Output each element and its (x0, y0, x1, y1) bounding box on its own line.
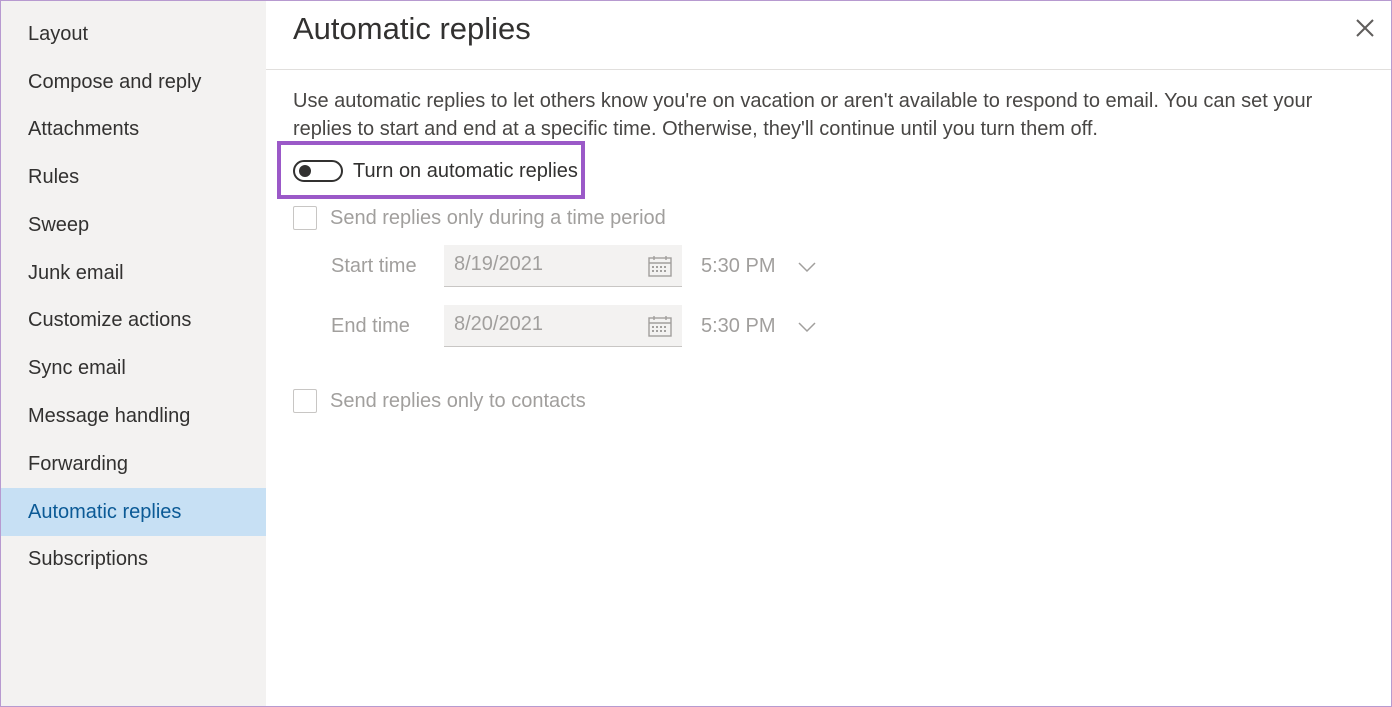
end-time-label: End time (331, 315, 410, 337)
description-text: Use automatic replies to let others know… (293, 90, 1313, 140)
sidebar-item-compose-and-reply[interactable]: Compose and reply (1, 58, 266, 106)
sidebar-item-subscriptions[interactable]: Subscriptions (1, 535, 266, 583)
start-time-value[interactable]: 5:30 PM (701, 255, 775, 278)
sidebar-item-forwarding[interactable]: Forwarding (1, 440, 266, 488)
toggle-knob (299, 165, 311, 177)
start-date-field[interactable]: 8/19/2021 (444, 245, 682, 287)
sidebar-item-rules[interactable]: Rules (1, 153, 266, 201)
close-icon (1356, 19, 1374, 37)
time-period-checkbox[interactable] (293, 206, 317, 230)
automatic-replies-toggle[interactable] (293, 160, 343, 182)
contacts-only-label: Send replies only to contacts (330, 389, 586, 412)
close-button[interactable] (1351, 14, 1379, 42)
settings-sidebar: Layout Compose and reply Attachments Rul… (1, 1, 266, 706)
chevron-down-icon[interactable] (798, 261, 816, 273)
sidebar-item-customize-actions[interactable]: Customize actions (1, 296, 266, 344)
calendar-icon[interactable] (648, 315, 672, 337)
sidebar-item-attachments[interactable]: Attachments (1, 105, 266, 153)
start-date-value: 8/19/2021 (454, 253, 543, 275)
sidebar-item-automatic-replies[interactable]: Automatic replies (1, 488, 266, 536)
toggle-label: Turn on automatic replies (353, 159, 578, 182)
sidebar-item-sweep[interactable]: Sweep (1, 201, 266, 249)
settings-window: Layout Compose and reply Attachments Rul… (0, 0, 1392, 707)
sidebar-item-junk-email[interactable]: Junk email (1, 249, 266, 297)
end-date-field[interactable]: 8/20/2021 (444, 305, 682, 347)
time-period-option: Send replies only during a time period (293, 204, 666, 232)
automatic-replies-toggle-row[interactable]: Turn on automatic replies (293, 151, 578, 191)
contacts-only-checkbox[interactable] (293, 389, 317, 413)
calendar-icon[interactable] (648, 255, 672, 277)
contacts-only-option: Send replies only to contacts (293, 387, 586, 415)
end-date-value: 8/20/2021 (454, 313, 543, 335)
sidebar-item-sync-email[interactable]: Sync email (1, 344, 266, 392)
time-period-label: Send replies only during a time period (330, 206, 666, 229)
chevron-down-icon[interactable] (798, 321, 816, 333)
sidebar-item-layout[interactable]: Layout (1, 10, 266, 58)
start-time-label: Start time (331, 255, 417, 277)
main-panel: Automatic replies Use automatic replies … (266, 1, 1391, 706)
sidebar-item-message-handling[interactable]: Message handling (1, 392, 266, 440)
panel-header: Automatic replies (266, 1, 1391, 70)
page-title: Automatic replies (293, 11, 531, 46)
end-time-value[interactable]: 5:30 PM (701, 315, 775, 338)
